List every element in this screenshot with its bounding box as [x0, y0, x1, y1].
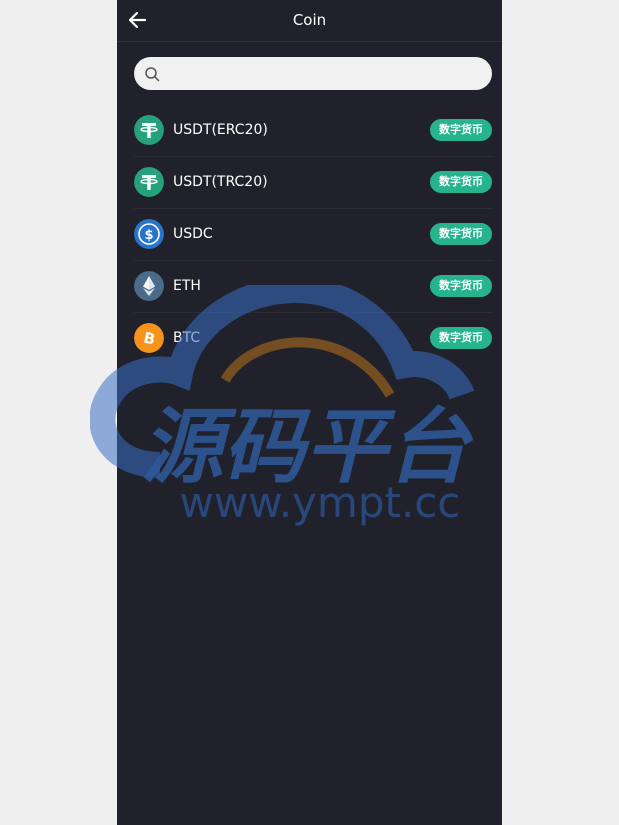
coin-name: USDT(TRC20) [173, 174, 268, 190]
tether-icon [134, 115, 164, 145]
svg-text:$: $ [144, 228, 153, 243]
coin-row-usdt-trc20[interactable]: USDT(TRC20) 数字货币 [134, 157, 492, 209]
coin-type-badge: 数字货币 [430, 327, 492, 349]
coin-type-badge: 数字货币 [430, 171, 492, 193]
page-title: Coin [292, 11, 327, 29]
coin-row-eth[interactable]: ETH 数字货币 [134, 261, 492, 313]
coin-name: BTC [173, 330, 201, 346]
search-bar[interactable] [134, 57, 492, 92]
coin-row-btc[interactable]: B BTC 数字货币 [134, 313, 492, 364]
search-icon [145, 67, 160, 82]
usdc-icon: $ [134, 219, 164, 249]
coin-name: ETH [173, 278, 201, 294]
coin-type-badge: 数字货币 [430, 275, 492, 297]
search-input[interactable] [168, 57, 482, 92]
coin-name: USDC [173, 226, 213, 242]
tether-icon [134, 167, 164, 197]
ethereum-icon [134, 271, 164, 301]
coin-row-usdt-erc20[interactable]: USDT(ERC20) 数字货币 [134, 105, 492, 157]
bitcoin-icon: B [134, 323, 164, 353]
coin-list: USDT(ERC20) 数字货币 USDT(TRC20) 数字货币 $ USDC… [134, 105, 492, 364]
coin-name: USDT(ERC20) [173, 122, 268, 138]
app-screen: Coin USDT(ERC20) 数字货币 USDT(TRC20) 数字货币 $… [117, 0, 502, 825]
coin-type-badge: 数字货币 [430, 223, 492, 245]
top-bar: Coin [117, 0, 502, 42]
coin-row-usdc[interactable]: $ USDC 数字货币 [134, 209, 492, 261]
coin-type-badge: 数字货币 [430, 119, 492, 141]
